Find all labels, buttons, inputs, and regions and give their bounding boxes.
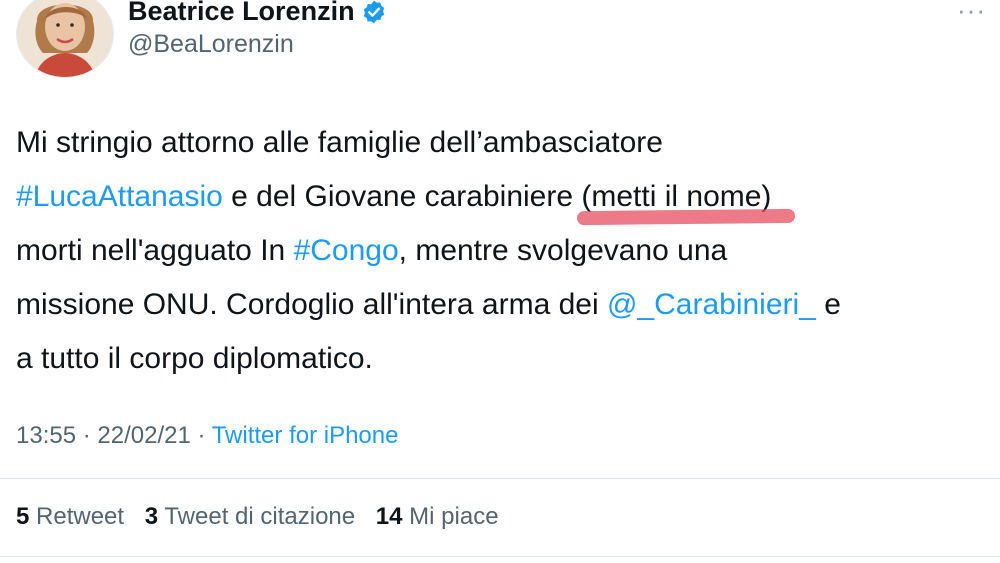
likes-label: Mi piace [409,503,499,530]
tweet-text-segment: , mentre svolgevano una [398,234,728,267]
likes-stat[interactable]: 14 Mi piace [376,503,499,531]
tweet-source-link[interactable]: Twitter for iPhone [212,422,399,449]
quotes-count: 3 [144,503,159,530]
quotes-label: Tweet di citazione [164,503,356,530]
author-display-name[interactable]: Beatrice Lorenzin [128,0,387,27]
likes-count: 14 [375,503,403,530]
tweet-text-segment: morti nell'agguato In [16,234,294,267]
divider [0,478,1000,479]
hashtag-link-lucaattanasio[interactable]: #LucaAttanasio [16,180,223,213]
retweets-label: Retweet [36,503,125,530]
tweet-date[interactable]: 22/02/21 [97,422,190,449]
tweet-line-2: #LucaAttanasio e del Giovane carabiniere… [16,170,991,224]
highlighted-placeholder-text: (metti il nome) [581,180,772,213]
tweet-line-1: Mi stringio attorno alle famiglie dell’a… [16,116,991,170]
tweet-text: Mi stringio attorno alle famiglie dell’a… [16,116,991,386]
tweet-text-segment: Mi stringio attorno alle famiglie dell’a… [16,126,663,159]
divider [0,556,1000,557]
avatar-portrait-image [17,0,113,77]
tweet-line-4: missione ONU. Cordoglio all'intera arma … [16,278,991,332]
retweets-stat[interactable]: 5 Retweet [16,503,124,531]
quote-tweets-stat[interactable]: 3 Tweet di citazione [145,503,355,531]
avatar[interactable] [16,0,114,78]
retweets-count: 5 [16,503,30,530]
tweet-stats: 5 Retweet 3 Tweet di citazione 14 Mi pia… [16,503,513,531]
author-name-text: Beatrice Lorenzin [128,0,355,26]
tweet-text-segment: a tutto il corpo diplomatico. [16,342,373,375]
verified-badge-icon [361,0,387,25]
author-handle[interactable]: @BeaLorenzin [128,30,294,59]
tweet-text-segment: e [815,288,841,321]
meta-separator: · [76,422,98,449]
hashtag-link-congo[interactable]: #Congo [294,234,399,267]
mention-link-carabinieri[interactable]: @_Carabinieri_ [607,288,816,321]
tweet-line-5: a tutto il corpo diplomatico. [16,332,991,386]
tweet-text-segment: e del Giovane carabiniere [222,180,582,213]
tweet-metadata: 13:55 · 22/02/21 · Twitter for iPhone [16,422,398,450]
tweet-text-segment: missione ONU. Cordoglio all'intera arma … [16,288,607,321]
meta-separator: · [190,422,212,449]
tweet-line-3: morti nell'agguato In #Congo, mentre svo… [16,224,991,278]
tweet-time[interactable]: 13:55 [16,422,76,449]
more-options-icon[interactable]: ··· [957,0,986,23]
